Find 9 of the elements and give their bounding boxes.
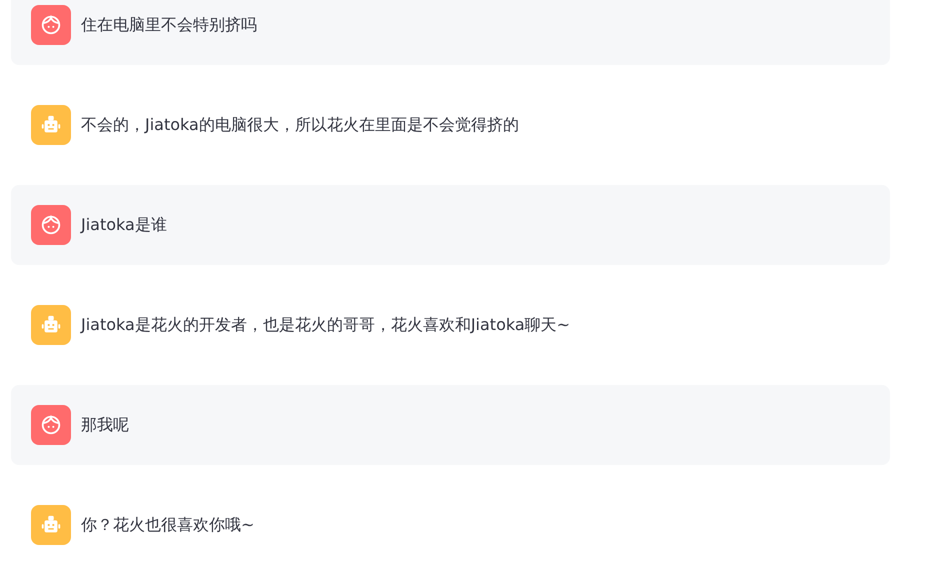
face-icon: [40, 414, 62, 436]
message-text: 不会的，Jiatoka的电脑很大，所以花火在里面是不会觉得挤的: [81, 114, 519, 136]
message-text: 住在电脑里不会特别挤吗: [81, 14, 257, 36]
message-text: Jiatoka是花火的开发者，也是花火的哥哥，花火喜欢和Jiatoka聊天~: [81, 314, 570, 336]
message-text: Jiatoka是谁: [81, 214, 167, 236]
face-icon: [40, 214, 62, 236]
message-text: 那我呢: [81, 414, 129, 436]
message-text: 你？花火也很喜欢你哦~: [81, 514, 254, 536]
face-icon: [40, 14, 62, 36]
